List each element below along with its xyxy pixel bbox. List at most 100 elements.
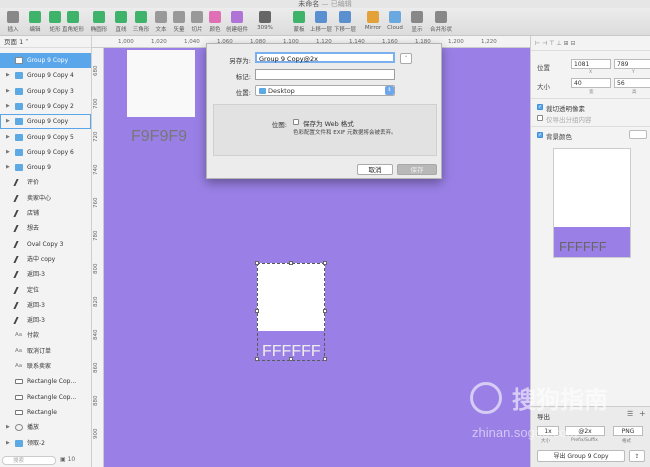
export-button[interactable]: 导出 Group 9 Copy: [537, 450, 625, 462]
location-select[interactable]: Desktop ⇕: [255, 85, 395, 96]
layer-row[interactable]: 定位: [0, 283, 91, 298]
export-format-select[interactable]: PNG: [613, 426, 643, 436]
layer-row[interactable]: ▶ Group 9 Copy 5: [0, 130, 91, 145]
text-layer-icon: Aa: [15, 347, 23, 354]
cancel-button[interactable]: 取消: [357, 164, 393, 175]
disclosure-triangle-icon[interactable]: ▶: [6, 130, 10, 145]
layer-row[interactable]: ▶ 领取-2: [0, 436, 91, 451]
disclosure-triangle-icon[interactable]: ▶: [6, 160, 10, 175]
layer-row[interactable]: ▶ Group 9 Copy 3: [0, 84, 91, 99]
layer-row[interactable]: 评价: [0, 175, 91, 190]
layer-row[interactable]: Rectangle Cop...: [0, 390, 91, 405]
x-input[interactable]: 1081: [571, 59, 611, 69]
disclosure-triangle-icon[interactable]: ▶: [6, 436, 10, 451]
resize-handle-tr[interactable]: [323, 261, 327, 265]
toolbar-forward-button[interactable]: 上移一层: [310, 11, 332, 35]
layer-row[interactable]: 店铺: [0, 206, 91, 221]
resize-handle-r[interactable]: [323, 309, 327, 313]
layer-row[interactable]: ▶ Group 9 Copy: [0, 114, 91, 130]
page-selector[interactable]: 页面 1 ˅: [0, 36, 91, 48]
toolbar-cloud-button[interactable]: Cloud: [384, 11, 406, 35]
layer-row[interactable]: Group 9 Copy: [0, 53, 91, 68]
disclosure-triangle-icon[interactable]: ▶: [6, 99, 10, 114]
toolbar-triangle-button[interactable]: 三角形: [130, 11, 152, 35]
list-icon[interactable]: ☰: [627, 410, 633, 418]
component-icon: [231, 11, 243, 23]
background-color-checkbox[interactable]: ✓: [537, 132, 543, 138]
tags-input[interactable]: [255, 69, 395, 80]
toolbar-edit-button[interactable]: 编辑: [24, 11, 46, 35]
ruler-tick-label: 900: [93, 428, 99, 440]
web-format-checkbox[interactable]: [293, 119, 299, 125]
layer-row[interactable]: 卖家中心: [0, 191, 91, 206]
width-sub-label: 宽: [589, 90, 594, 95]
toolbar-rounded-rect-button[interactable]: 直角矩形: [62, 11, 84, 35]
position-label: 位置: [537, 64, 550, 72]
layer-row[interactable]: Oval Copy 3: [0, 237, 91, 252]
resize-handle-bl[interactable]: [255, 357, 259, 361]
toolbar-combine-button[interactable]: 合并形状: [430, 11, 452, 35]
export-group-only-checkbox[interactable]: [537, 115, 543, 121]
layer-row[interactable]: Rectangle: [0, 405, 91, 420]
toolbar-mirror-button[interactable]: Mirror: [362, 11, 384, 35]
slice-icon: [191, 11, 203, 23]
add-export-icon[interactable]: +: [639, 409, 646, 418]
layer-row[interactable]: Aa 联系卖家: [0, 359, 91, 374]
layer-name: Group 9 Copy 5: [27, 133, 74, 141]
ruler-tick-label: 1,000: [118, 39, 134, 45]
height-input[interactable]: 56: [614, 78, 650, 88]
ruler-tick-label: 880: [93, 395, 99, 407]
layer-row[interactable]: ▶ Group 9 Copy 6: [0, 145, 91, 160]
pen-layer-icon: [13, 240, 25, 248]
toolbar-line-button[interactable]: 直线: [110, 11, 132, 35]
resize-handle-l[interactable]: [255, 309, 259, 313]
layer-row[interactable]: Aa 付款: [0, 328, 91, 343]
layer-row[interactable]: ▶ 播放: [0, 420, 91, 435]
folder-layer-icon: [15, 87, 23, 95]
layer-filter-icons[interactable]: ▣ 10: [60, 456, 90, 465]
toolbar-plus-button[interactable]: 插入: [2, 11, 24, 35]
toolbar-label: 上移一层: [310, 27, 333, 33]
toolbar-backward-button[interactable]: 下移一层: [334, 11, 356, 35]
y-input[interactable]: 789: [614, 59, 650, 69]
layer-row[interactable]: ▶ Group 9 Copy 2: [0, 99, 91, 114]
share-icon[interactable]: ⇪: [629, 450, 645, 462]
toolbar-component-button[interactable]: 创建组件: [226, 11, 248, 35]
disclosure-triangle-icon[interactable]: ▶: [6, 145, 10, 160]
disclosure-triangle-icon[interactable]: ▶: [6, 114, 10, 129]
layer-row[interactable]: 选中 copy: [0, 252, 91, 267]
layer-row[interactable]: 返回-3: [0, 298, 91, 313]
background-color-swatch[interactable]: [629, 130, 647, 139]
resize-handle-br[interactable]: [323, 357, 327, 361]
clip-transparent-checkbox[interactable]: ✓: [537, 104, 543, 110]
toolbar-color-wheel-button[interactable]: 颜色: [204, 11, 226, 35]
resize-handle-tl[interactable]: [255, 261, 259, 265]
disclosure-triangle-icon[interactable]: ▶: [6, 84, 10, 99]
ruler-tick-label: 680: [93, 65, 99, 77]
document-name: 未命名: [298, 0, 320, 8]
layer-row[interactable]: 想去: [0, 221, 91, 236]
resize-handle-t[interactable]: [289, 261, 293, 265]
toolbar-view-button[interactable]: 显示: [406, 11, 428, 35]
layer-row[interactable]: 返回-3: [0, 313, 91, 328]
layer-row[interactable]: ▶ Group 9: [0, 160, 91, 175]
layer-row[interactable]: Rectangle Cop...: [0, 374, 91, 389]
toolbar-oval-button[interactable]: 椭圆形: [88, 11, 110, 35]
alignment-tools[interactable]: ⊢ ⊣ ⊤ ⊥ ⊞ ⊟: [535, 40, 647, 50]
width-input[interactable]: 40: [571, 78, 611, 88]
layer-row[interactable]: 返回-3: [0, 267, 91, 282]
filter-icon[interactable]: ▣: [60, 456, 66, 463]
disclosure-triangle-icon[interactable]: ▶: [6, 420, 10, 435]
rect-layer-icon: [15, 394, 23, 400]
toolbar-zoom-button[interactable]: 309%: [254, 11, 276, 35]
artboard-f9f9f9[interactable]: [127, 50, 195, 117]
save-button[interactable]: 保存: [397, 164, 437, 175]
layer-row[interactable]: ▶ Group 9 Copy 4: [0, 68, 91, 83]
edit-icon: [29, 11, 41, 23]
disclosure-triangle-icon[interactable]: ▶: [6, 68, 10, 83]
layer-search-input[interactable]: 搜索: [2, 456, 56, 465]
toolbar-mask-button[interactable]: 蒙板: [288, 11, 310, 35]
layer-row[interactable]: Aa 取消订单: [0, 344, 91, 359]
filename-input[interactable]: Group 9 Copy@2x: [255, 52, 395, 63]
expand-dialog-button[interactable]: ˅: [400, 53, 412, 64]
